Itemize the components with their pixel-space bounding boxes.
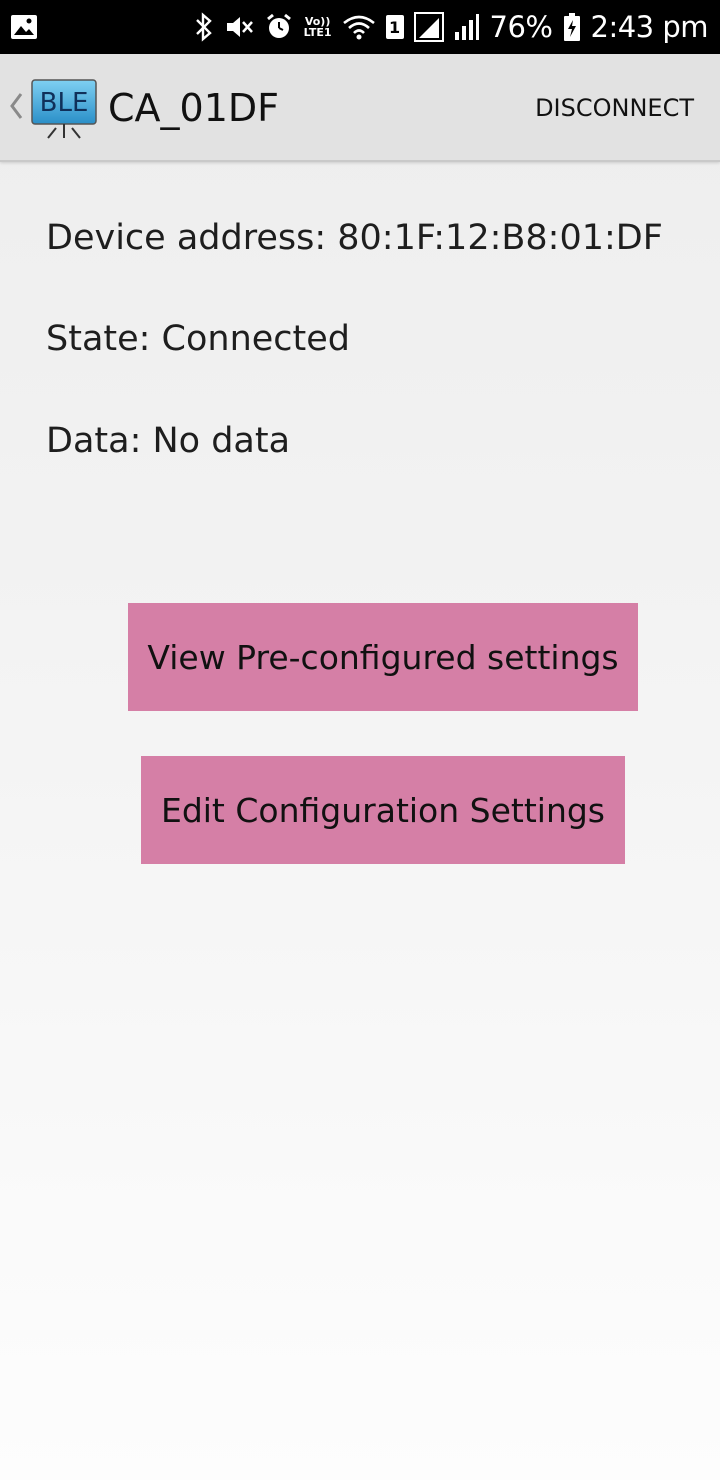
battery-percent: 76% xyxy=(489,10,553,44)
view-preconfigured-settings-button[interactable]: View Pre-configured settings xyxy=(128,603,638,711)
volte-bottom-label: LTE1 xyxy=(303,26,332,39)
gallery-notification-icon xyxy=(10,14,38,40)
edit-configuration-settings-button[interactable]: Edit Configuration Settings xyxy=(141,756,625,864)
connection-state-text: State: Connected xyxy=(46,319,351,359)
page-title: CA_01DF xyxy=(108,86,279,130)
battery-icon xyxy=(563,12,581,42)
alarm-icon xyxy=(264,12,294,42)
signal-icon xyxy=(413,12,444,42)
disconnect-button[interactable]: DISCONNECT xyxy=(535,90,694,126)
sim1-icon: 1 xyxy=(385,15,404,39)
app-logo-text: BLE xyxy=(40,88,89,118)
bluetooth-icon xyxy=(194,12,214,42)
volte-icon: Vo)) LTE1 xyxy=(304,16,332,38)
device-address-text: Device address: 80:1F:12:B8:01:DF xyxy=(46,218,663,258)
mute-icon xyxy=(224,12,254,42)
wifi-icon xyxy=(342,13,376,41)
back-chevron-icon[interactable] xyxy=(8,86,24,126)
status-bar: Vo)) LTE1 1 76% 2:43 pm xyxy=(0,0,720,54)
app-bar: BLE CA_01DF DISCONNECT xyxy=(0,54,720,162)
app-logo[interactable]: BLE xyxy=(30,78,98,142)
signal-icon-2 xyxy=(454,12,480,42)
status-icons: Vo)) LTE1 1 76% 2:43 pm xyxy=(194,0,708,54)
status-time: 2:43 pm xyxy=(590,10,709,44)
data-text: Data: No data xyxy=(46,421,291,461)
